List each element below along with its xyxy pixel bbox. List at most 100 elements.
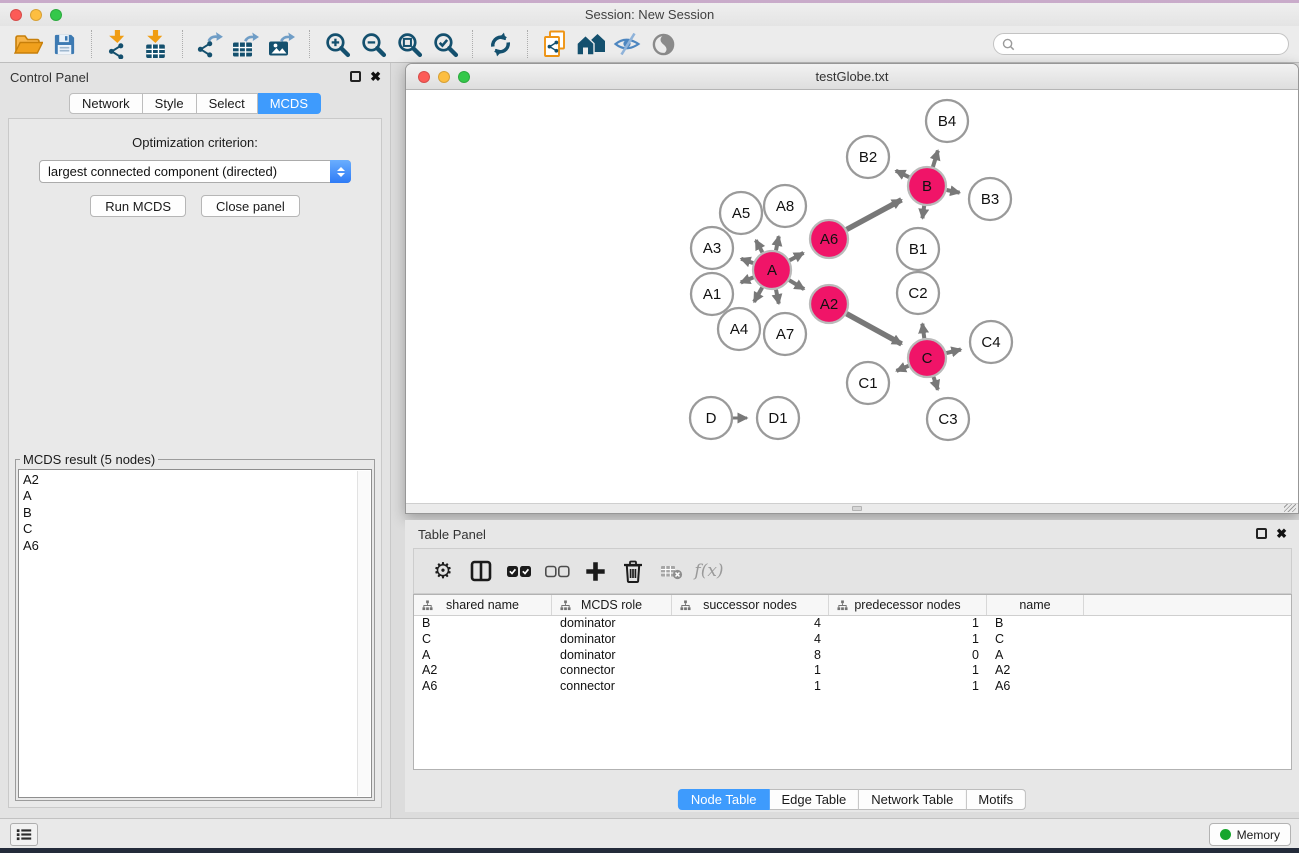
- table-tab-node-table[interactable]: Node Table: [678, 789, 770, 810]
- table-row[interactable]: Cdominator41C: [414, 632, 1291, 648]
- zoom-in-button[interactable]: [319, 29, 355, 59]
- export-table-button[interactable]: [228, 29, 264, 59]
- save-session-button[interactable]: [46, 29, 82, 59]
- close-window-button[interactable]: [10, 9, 22, 21]
- table-cell[interactable]: B: [987, 616, 1084, 632]
- column-header-successor-nodes[interactable]: successor nodes: [672, 595, 829, 615]
- criterion-dropdown[interactable]: largest connected component (directed): [39, 160, 351, 183]
- unselect-all-button[interactable]: [538, 554, 576, 588]
- network-canvas[interactable]: B4B2BB3A5A8A6A3B1AA1C2A2A4A7C4CC1C3DD1: [406, 90, 1298, 503]
- graph-node-A5[interactable]: A5: [720, 192, 762, 234]
- graph-node-D1[interactable]: D1: [757, 397, 799, 439]
- column-view-button[interactable]: [462, 554, 500, 588]
- table-tab-edge-table[interactable]: Edge Table: [769, 789, 859, 810]
- graph-edge-C-C4[interactable]: [946, 350, 961, 354]
- table-cell[interactable]: B: [414, 616, 552, 632]
- memory-button[interactable]: Memory: [1209, 823, 1291, 846]
- column-header-name[interactable]: name: [987, 595, 1084, 615]
- column-header-predecessor-nodes[interactable]: predecessor nodes: [829, 595, 987, 615]
- table-cell[interactable]: 4: [672, 632, 829, 648]
- graph-node-A8[interactable]: A8: [764, 185, 806, 227]
- table-cell[interactable]: dominator: [552, 616, 672, 632]
- mcds-result-list[interactable]: A2ABCA6: [18, 469, 372, 798]
- network-minimize-button[interactable]: [438, 71, 450, 83]
- graph-node-B4[interactable]: B4: [926, 100, 968, 142]
- table-cell[interactable]: A: [414, 648, 552, 664]
- function-builder-button[interactable]: f(x): [690, 554, 728, 588]
- mcds-result-item[interactable]: C: [23, 521, 355, 537]
- minimize-window-button[interactable]: [30, 9, 42, 21]
- graph-edge-C-C3[interactable]: [934, 377, 938, 390]
- tab-network[interactable]: Network: [69, 93, 143, 114]
- refresh-layout-button[interactable]: [482, 29, 518, 59]
- graph-node-C1[interactable]: C1: [847, 362, 889, 404]
- table-tab-motifs[interactable]: Motifs: [966, 789, 1026, 810]
- splitter-handle[interactable]: [852, 506, 862, 511]
- graph-node-D[interactable]: D: [690, 397, 732, 439]
- tab-style[interactable]: Style: [143, 93, 197, 114]
- table-cell[interactable]: connector: [552, 663, 672, 679]
- table-cell[interactable]: 1: [672, 679, 829, 695]
- table-cell[interactable]: 1: [829, 632, 987, 648]
- graph-node-A2[interactable]: A2: [810, 285, 848, 323]
- run-mcds-button[interactable]: Run MCDS: [90, 195, 186, 217]
- table-cell[interactable]: 4: [672, 616, 829, 632]
- graph-edge-A-A7[interactable]: [776, 290, 779, 304]
- search-field[interactable]: [993, 33, 1289, 55]
- graph-edge-B-B4[interactable]: [933, 151, 938, 167]
- float-panel-icon[interactable]: [350, 71, 361, 82]
- table-cell[interactable]: A2: [414, 663, 552, 679]
- close-panel-icon[interactable]: ✖: [370, 70, 381, 84]
- mcds-result-item[interactable]: A6: [23, 538, 355, 554]
- import-network-button[interactable]: [101, 29, 137, 59]
- table-cell[interactable]: 1: [829, 663, 987, 679]
- task-history-button[interactable]: [10, 823, 38, 846]
- settings-button[interactable]: ⚙: [424, 554, 462, 588]
- table-cell[interactable]: C: [414, 632, 552, 648]
- table-row[interactable]: Adominator80A: [414, 648, 1291, 664]
- search-input[interactable]: [1015, 37, 1280, 51]
- open-session-button[interactable]: [10, 29, 46, 59]
- table-cell[interactable]: A6: [987, 679, 1084, 695]
- graph-edge-A-A3[interactable]: [741, 259, 753, 263]
- import-table-button[interactable]: [137, 29, 173, 59]
- graph-node-C2[interactable]: C2: [897, 272, 939, 314]
- graph-node-A4[interactable]: A4: [718, 308, 760, 350]
- table-cell[interactable]: 8: [672, 648, 829, 664]
- graph-node-C3[interactable]: C3: [927, 398, 969, 440]
- graph-node-A3[interactable]: A3: [691, 227, 733, 269]
- column-header-shared-name[interactable]: shared name: [414, 595, 552, 615]
- close-panel-button[interactable]: Close panel: [201, 195, 300, 217]
- hide-selected-button[interactable]: [609, 29, 645, 59]
- table-tab-network-table[interactable]: Network Table: [859, 789, 966, 810]
- table-cell[interactable]: connector: [552, 679, 672, 695]
- table-cell[interactable]: A: [987, 648, 1084, 664]
- neighborhood-button[interactable]: [573, 29, 609, 59]
- tab-select[interactable]: Select: [197, 93, 258, 114]
- table-cell[interactable]: A6: [414, 679, 552, 695]
- graph-node-C4[interactable]: C4: [970, 321, 1012, 363]
- table-cell[interactable]: dominator: [552, 632, 672, 648]
- export-network-button[interactable]: [192, 29, 228, 59]
- graph-node-B3[interactable]: B3: [969, 178, 1011, 220]
- column-header-MCDS-role[interactable]: MCDS role: [552, 595, 672, 615]
- delete-row-button[interactable]: [614, 554, 652, 588]
- zoom-fit-button[interactable]: [391, 29, 427, 59]
- graph-node-A6[interactable]: A6: [810, 220, 848, 258]
- graph-node-B2[interactable]: B2: [847, 136, 889, 178]
- graph-edge-A-A6[interactable]: [790, 253, 804, 261]
- table-row[interactable]: A6connector11A6: [414, 679, 1291, 695]
- result-list-scrollbar[interactable]: [357, 471, 370, 796]
- graph-edge-C-C2[interactable]: [922, 324, 924, 339]
- zoom-window-button[interactable]: [50, 9, 62, 21]
- graph-edge-A-A8[interactable]: [776, 236, 779, 250]
- graph-edge-A6-B[interactable]: [847, 200, 902, 230]
- graph-edge-B-B2[interactable]: [896, 171, 909, 178]
- graph-edge-B-B1[interactable]: [922, 206, 924, 219]
- table-row[interactable]: Bdominator41B: [414, 616, 1291, 632]
- table-cell[interactable]: 1: [829, 616, 987, 632]
- export-image-button[interactable]: [264, 29, 300, 59]
- graph-node-A[interactable]: A: [753, 251, 791, 289]
- delete-column-button[interactable]: [652, 554, 690, 588]
- mcds-result-item[interactable]: A: [23, 488, 355, 504]
